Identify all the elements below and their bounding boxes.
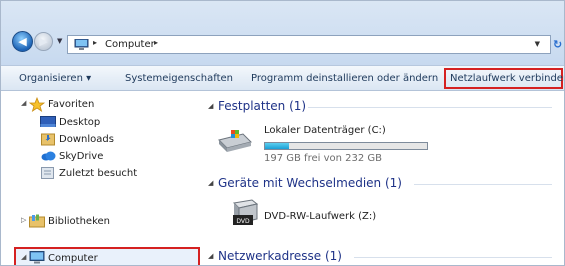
drive-space-fill — [265, 143, 290, 149]
collapse-group-icon[interactable]: ◢ — [208, 179, 213, 187]
recent-places-icon — [41, 166, 55, 183]
collapse-icon[interactable]: ▷ — [21, 216, 26, 224]
back-arrow-icon: ◀ — [18, 35, 27, 48]
nav-item-skydrive[interactable]: SkyDrive — [1, 148, 204, 164]
explorer-window: ◀ ▶ ▼ ▸ Computer ▸ ▼ ↻ Organisieren ▾ Sy… — [0, 0, 565, 266]
desktop-icon — [40, 116, 56, 131]
collapse-group-icon[interactable]: ◢ — [208, 252, 213, 260]
group-divider — [354, 257, 552, 258]
svg-text:DVD: DVD — [236, 218, 250, 225]
nav-item-computer[interactable]: ◢ Computer — [1, 250, 204, 265]
nav-item-libraries[interactable]: ▷ Bibliotheken — [1, 213, 204, 229]
address-bar[interactable]: ▸ Computer ▸ ▼ — [67, 35, 551, 54]
nav-item-desktop[interactable]: Desktop — [1, 114, 204, 130]
nav-item-favorites[interactable]: ◢ Favoriten — [1, 96, 204, 112]
hard-drive-icon — [217, 126, 253, 157]
command-bar: Organisieren ▾ Systemeigenschaften Progr… — [1, 65, 564, 91]
nav-label: Downloads — [59, 134, 114, 145]
group-removable-media[interactable]: ◢ Geräte mit Wechselmedien (1) — [204, 175, 564, 193]
navigation-pane: ◢ Favoriten Desktop Downloads SkyDrive Z… — [1, 91, 204, 265]
forward-button[interactable]: ▶ — [34, 32, 53, 51]
map-network-drive-button[interactable]: Netzlaufwerk verbinden — [450, 73, 564, 84]
group-title: Netzwerkadresse (1) — [218, 249, 342, 263]
breadcrumb-separator[interactable]: ▸ — [93, 38, 97, 47]
nav-label: Bibliotheken — [48, 216, 110, 227]
skydrive-cloud-icon — [41, 151, 56, 164]
system-properties-button[interactable]: Systemeigenschaften — [125, 73, 233, 84]
group-title: Festplatten (1) — [218, 99, 307, 113]
refresh-icon[interactable]: ↻ — [553, 38, 564, 52]
nav-item-downloads[interactable]: Downloads — [1, 131, 204, 147]
nav-label: Desktop — [59, 117, 101, 128]
drive-name-c[interactable]: Lokaler Datenträger (C:) — [264, 125, 386, 136]
group-divider — [308, 107, 552, 108]
drive-space-bar — [264, 142, 428, 150]
organize-button[interactable]: Organisieren ▾ — [19, 73, 91, 84]
expand-icon[interactable]: ◢ — [21, 253, 26, 261]
content-pane: ◢ Festplatten (1) Lokaler Datenträger (C… — [204, 91, 564, 265]
dvd-drive-icon: DVD — [230, 199, 260, 230]
forward-arrow-icon: ▶ — [39, 35, 48, 48]
breadcrumb-computer[interactable]: Computer — [105, 39, 155, 50]
drive-name-z[interactable]: DVD-RW-Laufwerk (Z:) — [264, 211, 376, 222]
computer-icon — [29, 251, 45, 265]
expand-icon[interactable]: ◢ — [21, 99, 26, 107]
nav-label: Computer — [48, 253, 98, 264]
recent-pages-dropdown[interactable]: ▼ — [57, 37, 62, 45]
collapse-group-icon[interactable]: ◢ — [208, 102, 213, 110]
downloads-folder-icon — [41, 132, 55, 149]
address-dropdown-icon[interactable]: ▼ — [535, 40, 540, 48]
group-divider — [414, 184, 552, 185]
star-icon — [28, 96, 46, 115]
drive-space-text: 197 GB frei von 232 GB — [264, 153, 383, 164]
nav-item-recent[interactable]: Zuletzt besucht — [1, 165, 204, 181]
computer-icon — [74, 38, 89, 54]
nav-label: SkyDrive — [59, 151, 104, 162]
breadcrumb-separator-2[interactable]: ▸ — [154, 38, 158, 47]
uninstall-program-button[interactable]: Programm deinstallieren oder ändern — [251, 73, 438, 84]
group-network-location[interactable]: ◢ Netzwerkadresse (1) — [204, 248, 564, 265]
address-band: ◀ ▶ ▼ ▸ Computer ▸ ▼ ↻ — [1, 1, 564, 65]
group-title: Geräte mit Wechselmedien (1) — [218, 176, 402, 190]
back-button[interactable]: ◀ — [12, 31, 33, 52]
group-hard-drives[interactable]: ◢ Festplatten (1) — [204, 98, 564, 116]
libraries-icon — [29, 214, 45, 231]
nav-label: Favoriten — [48, 99, 95, 110]
nav-label: Zuletzt besucht — [59, 168, 138, 179]
